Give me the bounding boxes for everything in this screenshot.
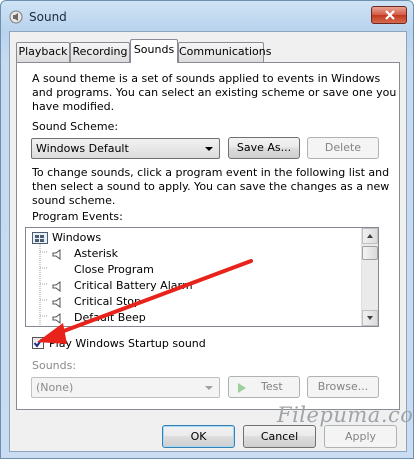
- tab-sounds[interactable]: Sounds: [130, 39, 178, 63]
- annotation-arrow: [37, 259, 253, 344]
- sound-dialog-window: Sound Playback Recording Sounds Communic…: [0, 0, 414, 459]
- watermark-text: Filepuma.com: [277, 403, 414, 427]
